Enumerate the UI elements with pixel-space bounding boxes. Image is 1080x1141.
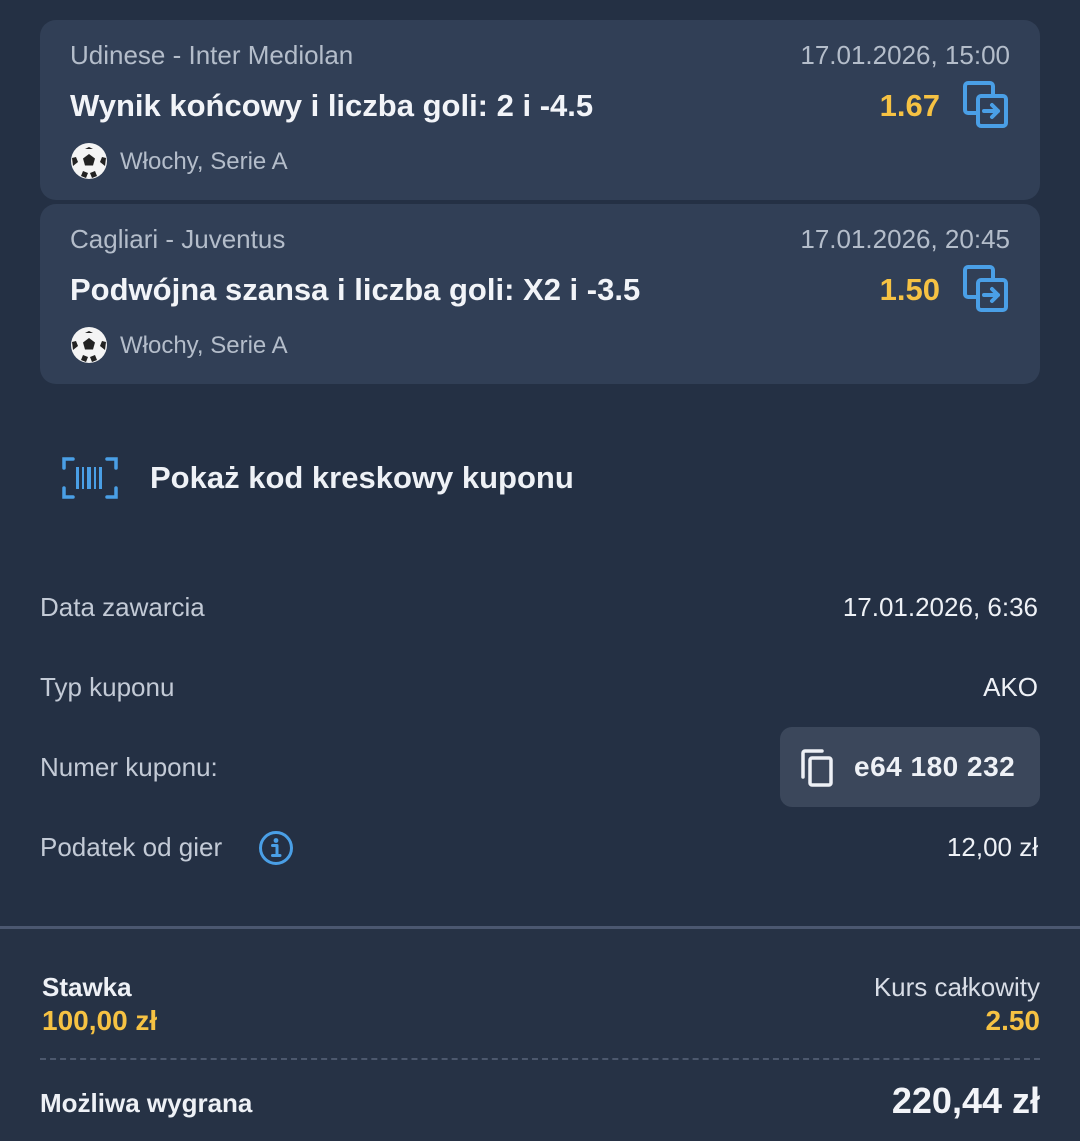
barcode-icon — [62, 457, 118, 499]
swap-icon[interactable] — [962, 80, 1010, 130]
tax-value: 12,00 zł — [946, 832, 1038, 862]
coupon-details-screen: Udinese - Inter Mediolan 17.01.2026, 15:… — [0, 0, 1080, 1141]
coupon-type-label: Typ kuponu — [40, 672, 175, 702]
show-barcode-button[interactable]: Pokaż kod kreskowy kuponu — [62, 452, 662, 504]
bet-odds: 1.50 — [879, 272, 940, 307]
coupon-number-label: Numer kuponu: — [40, 752, 218, 782]
bet-card[interactable]: Udinese - Inter Mediolan 17.01.2026, 15:… — [40, 20, 1040, 200]
bet-date: 17.01.2026, 15:00 — [800, 40, 1010, 70]
bet-match: Cagliari - Juventus — [70, 224, 286, 254]
conclusion-date-label: Data zawarcia — [40, 592, 205, 622]
coupon-number-value: e64 180 232 — [854, 751, 1016, 782]
stake-label: Stawka — [42, 972, 132, 1002]
copy-coupon-number-button[interactable]: e64 180 232 — [780, 727, 1040, 807]
tax-label: Podatek od gier — [40, 832, 223, 862]
bet-date: 17.01.2026, 20:45 — [800, 224, 1010, 254]
possible-win-value: 220,44 zł — [891, 1080, 1040, 1121]
coupon-type-value: AKO — [983, 672, 1038, 702]
total-odds-value: 2.50 — [985, 1005, 1041, 1036]
bet-card[interactable]: Cagliari - Juventus 17.01.2026, 20:45 Po… — [40, 204, 1040, 384]
total-odds-label: Kurs całkowity — [873, 972, 1040, 1002]
copy-icon — [801, 749, 833, 787]
swap-icon[interactable] — [962, 264, 1010, 314]
football-icon — [71, 327, 107, 363]
football-icon — [71, 143, 107, 179]
bet-odds: 1.67 — [879, 88, 940, 123]
dashed-divider — [40, 1058, 1040, 1060]
conclusion-date-value: 17.01.2026, 6:36 — [842, 592, 1038, 622]
bet-market: Podwójna szansa i liczba goli: X2 i -3.5 — [70, 272, 641, 307]
bet-league: Włochy, Serie A — [120, 332, 288, 359]
bet-market: Wynik końcowy i liczba goli: 2 i -4.5 — [70, 88, 594, 123]
show-barcode-label: Pokaż kod kreskowy kuponu — [150, 460, 574, 495]
bet-league: Włochy, Serie A — [120, 148, 288, 175]
bet-match: Udinese - Inter Mediolan — [70, 40, 354, 70]
info-icon[interactable] — [258, 830, 294, 866]
stake-value: 100,00 zł — [42, 1005, 158, 1036]
possible-win-label: Możliwa wygrana — [40, 1088, 253, 1118]
